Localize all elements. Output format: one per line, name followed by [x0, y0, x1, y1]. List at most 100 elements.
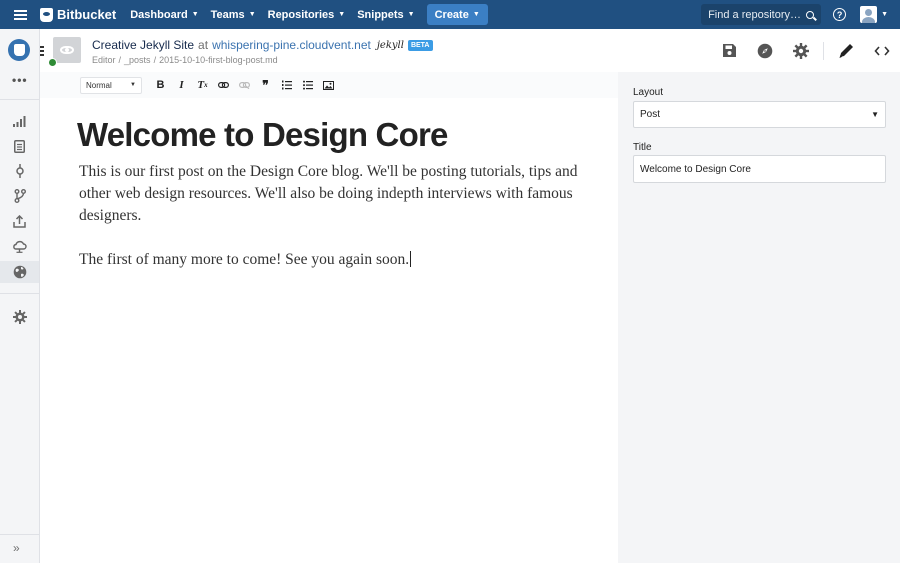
expand-icon[interactable]: »	[13, 541, 20, 555]
save-icon	[722, 44, 736, 57]
blockquote-button[interactable]: ❞	[255, 77, 276, 94]
branches-icon[interactable]	[0, 185, 39, 207]
breadcrumb-posts[interactable]: _posts	[124, 55, 151, 65]
breadcrumb: Editor / _posts/2015-10-10-first-blog-post…	[92, 55, 278, 65]
chevron-down-icon: ▼	[338, 11, 346, 18]
bold-button[interactable]: B	[150, 77, 171, 94]
image-icon	[323, 80, 334, 90]
status-check-icon	[48, 58, 57, 67]
settings-button[interactable]	[783, 29, 819, 72]
cloud-icon[interactable]	[0, 235, 39, 257]
nav-snippets[interactable]: Snippets ▼	[357, 0, 414, 29]
layout-select[interactable]: Post ▼	[633, 101, 886, 128]
breadcrumb-file: 2015-10-10-first-blog-post.md	[159, 55, 278, 65]
title-label: Title	[633, 142, 652, 153]
save-button[interactable]	[711, 29, 747, 72]
ordered-list-icon	[281, 80, 292, 90]
breadcrumb-separator: /	[153, 55, 157, 65]
clear-format-sub: x	[204, 81, 208, 89]
sidebar-divider	[0, 99, 39, 100]
site-preview-thumbnail[interactable]	[53, 37, 81, 63]
code-icon	[874, 45, 890, 56]
beta-badge: BETA	[407, 39, 433, 51]
chevron-down-icon: ▼	[407, 11, 415, 18]
nav-repositories-label: Repositories	[267, 8, 335, 21]
ordered-list-button[interactable]	[276, 77, 297, 94]
chevron-down-icon: ▼	[871, 110, 879, 119]
site-header: Creative Jekyll Site at whispering-pine.…	[40, 29, 900, 72]
nav-dashboard-label: Dashboard	[130, 8, 188, 21]
repository-search-input[interactable]: Find a repository…	[701, 4, 822, 25]
deploy-icon[interactable]	[0, 210, 39, 232]
paragraph-format-select[interactable]: Normal ▼	[80, 76, 142, 94]
menu-icon[interactable]	[0, 0, 40, 29]
explore-button[interactable]	[747, 29, 783, 72]
bitbucket-logo-icon	[40, 7, 53, 22]
post-heading[interactable]: Welcome to Design Core	[77, 116, 448, 154]
link-button[interactable]	[213, 77, 234, 94]
help-icon[interactable]: ?	[833, 8, 847, 21]
search-placeholder: Find a repository…	[708, 8, 801, 21]
left-sidebar: ••• »	[0, 29, 40, 563]
user-menu[interactable]: ▼	[860, 6, 888, 23]
overview-icon[interactable]	[0, 110, 39, 132]
site-domain-link[interactable]: whispering-pine.cloudvent.net	[212, 38, 371, 52]
insert-image-button[interactable]	[318, 77, 339, 94]
unlink-button[interactable]	[234, 77, 255, 94]
breadcrumb-separator: /	[118, 55, 122, 65]
nav-teams-label: Teams	[210, 8, 245, 21]
nav-teams[interactable]: Teams ▼	[211, 0, 256, 29]
compass-icon	[757, 43, 773, 58]
sidebar-divider	[0, 293, 39, 294]
drag-handle-icon[interactable]	[40, 46, 44, 57]
chevron-down-icon: ▼	[472, 11, 480, 18]
content-editor[interactable]: Normal ▼ B I Tx ❞ Welcome to Design Core…	[40, 72, 618, 563]
nav-repositories[interactable]: Repositories ▼	[268, 0, 346, 29]
layout-label: Layout	[633, 87, 664, 98]
chevron-down-icon: ▼	[191, 11, 199, 18]
site-title: Creative Jekyll Site at whispering-pine.…	[92, 38, 433, 52]
italic-button[interactable]: I	[171, 77, 192, 94]
site-name[interactable]: Creative Jekyll Site	[92, 38, 194, 52]
format-toolbar: Normal ▼ B I Tx ❞	[40, 72, 618, 98]
repository-avatar[interactable]	[8, 39, 30, 61]
avatar	[860, 6, 878, 23]
brand-name: Bitbucket	[57, 7, 117, 22]
source-icon[interactable]	[0, 135, 39, 157]
post-paragraph-last[interactable]: The first of many more to come! See you …	[79, 249, 579, 271]
eye-icon	[60, 46, 74, 54]
title-input[interactable]: Welcome to Design Core	[633, 155, 886, 183]
edit-mode-button[interactable]	[828, 29, 864, 72]
post-paragraph[interactable]: This is our first post on the Design Cor…	[79, 161, 579, 227]
front-matter-panel: Layout Post ▼ Title Welcome to Design Co…	[618, 72, 900, 563]
more-icon[interactable]: •••	[12, 73, 28, 87]
chevron-down-icon: ▼	[130, 82, 136, 88]
create-button-label: Create	[434, 8, 469, 21]
gear-icon	[793, 42, 809, 59]
clear-format-button[interactable]: Tx	[192, 77, 213, 94]
link-icon	[218, 82, 229, 88]
bullet-list-button[interactable]	[297, 77, 318, 94]
nav-snippets-label: Snippets	[357, 8, 404, 21]
unlink-icon	[239, 81, 250, 89]
nav-dashboard[interactable]: Dashboard ▼	[130, 0, 198, 29]
breadcrumb-editor[interactable]: Editor	[92, 55, 116, 65]
commits-icon[interactable]	[0, 160, 39, 182]
jekyll-logo: jekyll	[376, 39, 404, 51]
bullet-list-icon	[302, 80, 313, 90]
chevron-down-icon: ▼	[881, 11, 888, 18]
site-at-text: at	[198, 38, 209, 52]
chevron-down-icon: ▼	[248, 11, 256, 18]
search-icon	[806, 10, 815, 19]
header-divider	[823, 41, 824, 60]
bitbucket-logo[interactable]: Bitbucket	[40, 7, 116, 22]
globe-icon[interactable]	[0, 261, 39, 283]
sidebar-divider	[0, 534, 39, 535]
source-mode-button[interactable]	[864, 29, 900, 72]
layout-select-value: Post	[640, 109, 661, 120]
settings-icon[interactable]	[0, 306, 39, 328]
pencil-icon	[839, 43, 853, 58]
text-cursor	[410, 251, 412, 267]
format-select-value: Normal	[86, 80, 112, 90]
create-button[interactable]: Create ▼	[426, 4, 488, 25]
